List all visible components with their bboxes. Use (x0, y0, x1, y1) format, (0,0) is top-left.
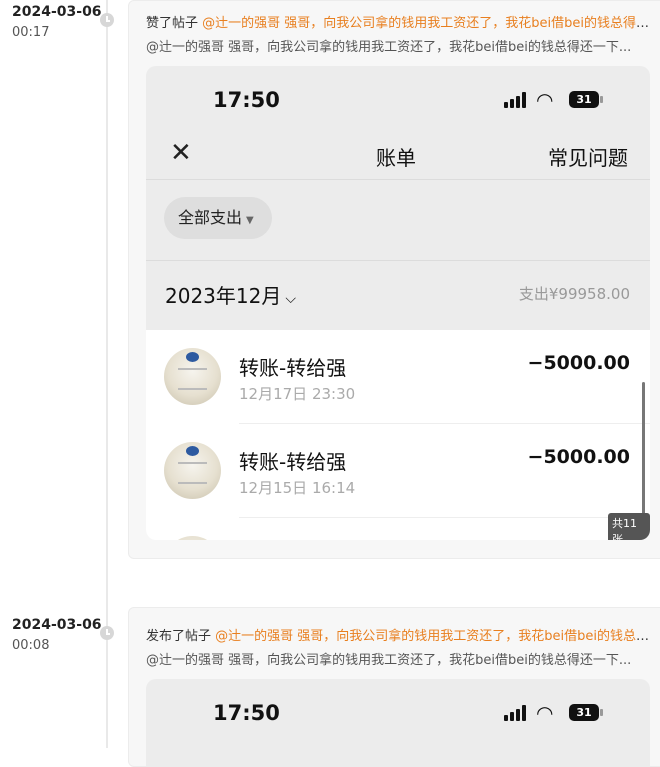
nav-faq: 常见问题 (548, 146, 628, 170)
signal-icon (504, 705, 530, 721)
post-excerpt: @辻一的强哥 强哥，向我公司拿的钱用我工资还了，我花bei借bei的钱总得还一下… (146, 40, 632, 55)
post-image[interactable]: 17:50 ◠ 31 ✕ 账单 常见问题 全部支出 ▼ 2023年12月 ⌵ 支出¥… (146, 66, 650, 540)
status-clock: 17:50 (213, 88, 280, 112)
activity-card[interactable]: 发布了帖子 @辻一的强哥 强哥，向我公司拿的钱用我工资还了，我花bei借bei的… (128, 607, 660, 767)
wifi-icon: ◠ (536, 701, 554, 725)
transaction-amount: −5000.00 (527, 352, 630, 374)
filter-chip: 全部支出 ▼ (164, 197, 272, 239)
transaction-date: 12月17日 23:30 (239, 385, 356, 403)
caret-down-icon: ▼ (246, 215, 254, 226)
transaction-list: 转账-转给强 12月17日 23:30 −5000.00 转账-转给强 12月1… (146, 330, 650, 540)
month-selector: 2023年12月 ⌵ (165, 280, 296, 309)
battery-icon: 31 (569, 704, 603, 721)
entry-time: 00:08 (12, 638, 50, 653)
month-label: 2023年12月 (165, 284, 282, 308)
transaction-title: 转账-转给强 (239, 450, 347, 474)
avatar (164, 442, 221, 499)
divider (146, 179, 650, 180)
avatar (164, 348, 221, 405)
activity-card[interactable]: 赞了帖子 @辻一的强哥 强哥，向我公司拿的钱用我工资还了，我花bei借bei的钱… (128, 0, 660, 559)
transaction-amount: −5000.00 (527, 446, 630, 468)
activity-line: 赞了帖子 @辻一的强哥 强哥，向我公司拿的钱用我工资还了，我花bei借bei的钱… (146, 12, 651, 31)
avatar (164, 536, 221, 540)
entry-date: 2024-03-06 (12, 4, 102, 20)
transaction-date: 12月15日 16:14 (239, 479, 356, 497)
transaction-title: 转账-转给强 (239, 356, 347, 380)
activity-action: 赞了帖子 (146, 16, 199, 31)
filter-label: 全部支出 (178, 208, 243, 227)
clock-icon (100, 626, 114, 640)
divider (146, 260, 650, 261)
wifi-icon: ◠ (536, 88, 554, 112)
battery-icon: 31 (569, 91, 603, 108)
chevron-down-icon: ⌵ (285, 291, 296, 307)
close-icon: ✕ (170, 138, 192, 168)
spend-total: 支出¥99958.00 (518, 285, 630, 303)
activity-line: 发布了帖子 @辻一的强哥 强哥，向我公司拿的钱用我工资还了，我花bei借bei的… (146, 625, 651, 644)
post-image[interactable]: 17:50 ◠ 31 (146, 679, 650, 766)
post-title-link[interactable]: @辻一的强哥 强哥，向我公司拿的钱用我工资还了，我花bei借bei的钱总得还一下… (215, 629, 651, 644)
clock-icon (100, 13, 114, 27)
activity-action: 发布了帖子 (146, 629, 212, 644)
divider (239, 517, 650, 518)
divider (239, 423, 650, 424)
entry-time: 00:17 (12, 25, 50, 40)
image-count-badge: 共11张 (608, 513, 650, 540)
signal-icon (504, 92, 530, 108)
nav-title: 账单 (376, 146, 416, 170)
post-excerpt: @辻一的强哥 强哥，向我公司拿的钱用我工资还了，我花bei借bei的钱总得还一下… (146, 653, 632, 668)
entry-date: 2024-03-06 (12, 617, 102, 633)
status-clock: 17:50 (213, 701, 280, 725)
post-title-link[interactable]: @辻一的强哥 强哥，向我公司拿的钱用我工资还了，我花bei借bei的钱总得还一下… (202, 16, 651, 31)
